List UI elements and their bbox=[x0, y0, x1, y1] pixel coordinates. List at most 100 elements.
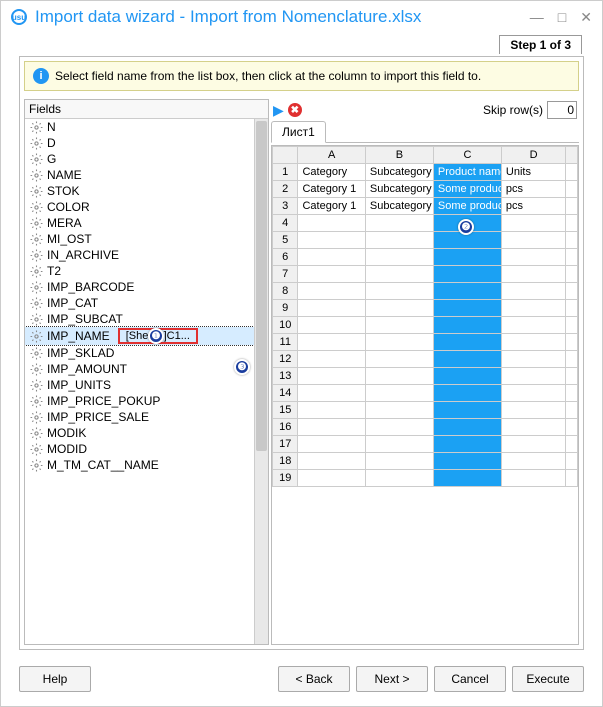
cell[interactable] bbox=[501, 232, 565, 249]
field-row[interactable]: IMP_PRICE_POKUP bbox=[25, 393, 254, 409]
next-button[interactable]: Next > bbox=[356, 666, 428, 692]
table-row[interactable]: 3Category 1SubcategorySome producpcs bbox=[273, 198, 578, 215]
cancel-button[interactable]: Cancel bbox=[434, 666, 506, 692]
cell[interactable] bbox=[501, 470, 565, 487]
field-row[interactable]: T2 bbox=[25, 263, 254, 279]
cell[interactable] bbox=[501, 300, 565, 317]
field-row[interactable]: COLOR bbox=[25, 199, 254, 215]
cell[interactable] bbox=[433, 300, 501, 317]
field-row[interactable]: MODIK bbox=[25, 425, 254, 441]
table-row[interactable]: 7 bbox=[273, 266, 578, 283]
back-button[interactable]: < Back bbox=[278, 666, 350, 692]
field-row[interactable]: MODID bbox=[25, 441, 254, 457]
cell[interactable]: Some produc bbox=[433, 198, 501, 215]
cell[interactable] bbox=[365, 368, 433, 385]
cell[interactable] bbox=[433, 402, 501, 419]
cell[interactable] bbox=[501, 385, 565, 402]
scrollbar-thumb[interactable] bbox=[256, 121, 267, 451]
execute-button[interactable]: Execute bbox=[512, 666, 584, 692]
field-row[interactable]: D bbox=[25, 135, 254, 151]
table-row[interactable]: 13 bbox=[273, 368, 578, 385]
cell[interactable] bbox=[365, 300, 433, 317]
row-number[interactable]: 18 bbox=[273, 453, 298, 470]
play-icon[interactable]: ▶ bbox=[273, 102, 284, 119]
field-row[interactable]: IMP_UNITS bbox=[25, 377, 254, 393]
row-number[interactable]: 17 bbox=[273, 436, 298, 453]
table-row[interactable]: 14 bbox=[273, 385, 578, 402]
field-row[interactable]: NAME bbox=[25, 167, 254, 183]
cell[interactable] bbox=[501, 317, 565, 334]
cell[interactable] bbox=[501, 453, 565, 470]
cell[interactable]: Product name bbox=[433, 164, 501, 181]
cell[interactable]: Units bbox=[501, 164, 565, 181]
row-number[interactable]: 9 bbox=[273, 300, 298, 317]
cell[interactable] bbox=[298, 453, 365, 470]
cell[interactable]: pcs bbox=[501, 198, 565, 215]
cell[interactable] bbox=[501, 249, 565, 266]
cell[interactable] bbox=[501, 283, 565, 300]
stop-icon[interactable]: ✖ bbox=[288, 103, 302, 117]
col-header[interactable]: A bbox=[298, 147, 365, 164]
table-row[interactable]: 2Category 1SubcategorySome producpcs bbox=[273, 181, 578, 198]
cell[interactable] bbox=[365, 232, 433, 249]
table-row[interactable]: 5 bbox=[273, 232, 578, 249]
row-number[interactable]: 14 bbox=[273, 385, 298, 402]
cell[interactable] bbox=[433, 368, 501, 385]
field-row[interactable]: IMP_AMOUNT bbox=[25, 361, 254, 377]
cell[interactable] bbox=[433, 419, 501, 436]
cell[interactable] bbox=[365, 334, 433, 351]
cell[interactable] bbox=[298, 385, 365, 402]
grid-wrap[interactable]: ABCD1CategorySubcategoryProduct nameUnit… bbox=[271, 145, 579, 645]
col-header[interactable]: D bbox=[501, 147, 565, 164]
table-row[interactable]: 16 bbox=[273, 419, 578, 436]
table-row[interactable]: 11 bbox=[273, 334, 578, 351]
cell[interactable] bbox=[365, 266, 433, 283]
cell[interactable] bbox=[298, 249, 365, 266]
cell[interactable] bbox=[501, 419, 565, 436]
cell[interactable] bbox=[433, 453, 501, 470]
cell[interactable] bbox=[298, 300, 365, 317]
cell[interactable] bbox=[365, 283, 433, 300]
cell[interactable] bbox=[298, 436, 365, 453]
cell[interactable] bbox=[501, 436, 565, 453]
cell[interactable] bbox=[433, 317, 501, 334]
cell[interactable] bbox=[365, 419, 433, 436]
cell[interactable] bbox=[365, 317, 433, 334]
row-number[interactable]: 4 bbox=[273, 215, 298, 232]
field-row[interactable]: IMP_NAME❶[Sheet1]C1... bbox=[25, 327, 254, 345]
data-grid[interactable]: ABCD1CategorySubcategoryProduct nameUnit… bbox=[272, 146, 578, 487]
row-number[interactable]: 8 bbox=[273, 283, 298, 300]
row-number[interactable]: 15 bbox=[273, 402, 298, 419]
row-number[interactable]: 19 bbox=[273, 470, 298, 487]
row-number[interactable]: 5 bbox=[273, 232, 298, 249]
table-row[interactable]: 4 bbox=[273, 215, 578, 232]
table-row[interactable]: 10 bbox=[273, 317, 578, 334]
cell[interactable]: Category 1 bbox=[298, 198, 365, 215]
cell[interactable] bbox=[433, 351, 501, 368]
cell[interactable] bbox=[501, 334, 565, 351]
row-number[interactable]: 3 bbox=[273, 198, 298, 215]
col-header[interactable]: C bbox=[433, 147, 501, 164]
row-number[interactable]: 12 bbox=[273, 351, 298, 368]
cell[interactable]: Subcategory bbox=[365, 198, 433, 215]
help-button[interactable]: Help bbox=[19, 666, 91, 692]
row-number[interactable]: 11 bbox=[273, 334, 298, 351]
field-row[interactable]: STOK bbox=[25, 183, 254, 199]
field-row[interactable]: IMP_PRICE_SALE bbox=[25, 409, 254, 425]
cell[interactable] bbox=[433, 436, 501, 453]
field-row[interactable]: G bbox=[25, 151, 254, 167]
cell[interactable]: Category bbox=[298, 164, 365, 181]
table-row[interactable]: 9 bbox=[273, 300, 578, 317]
cell[interactable] bbox=[365, 453, 433, 470]
cell[interactable] bbox=[365, 385, 433, 402]
cell[interactable] bbox=[298, 215, 365, 232]
cell[interactable] bbox=[365, 351, 433, 368]
table-row[interactable]: 19 bbox=[273, 470, 578, 487]
sheet-tab[interactable]: Лист1 bbox=[271, 121, 326, 143]
row-number[interactable]: 16 bbox=[273, 419, 298, 436]
cell[interactable] bbox=[365, 470, 433, 487]
cell[interactable]: Category 1 bbox=[298, 181, 365, 198]
row-number[interactable]: 1 bbox=[273, 164, 298, 181]
field-row[interactable]: IMP_SKLAD bbox=[25, 345, 254, 361]
cell[interactable] bbox=[433, 249, 501, 266]
